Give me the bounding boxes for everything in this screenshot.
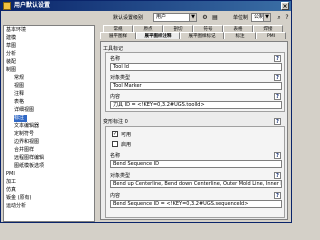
tab-flat-pattern-marker[interactable]: 展平图样标记 (180, 32, 224, 39)
unit-label: 单位制 (233, 15, 249, 21)
help-icon[interactable]: ? (283, 14, 291, 22)
bend-content-label: 内容 (110, 193, 121, 199)
tree-item[interactable]: 视图 (14, 83, 24, 90)
tree-item[interactable]: 合并图样 (14, 147, 34, 154)
tree-item[interactable]: 文本编辑器 (14, 123, 39, 130)
bend-object-type-label: 对象类型 (110, 173, 131, 179)
window-title: 用户默认设置 (14, 2, 51, 9)
tab-content: 工具标记 名称 ? Tool Id 对象类型 ? Tool Marker 内容 … (100, 41, 288, 220)
user-defaults-dialog: 用户默认设置 × 默认设置级别 用户 ▼ ⚙ ▤ 单位制 公制 ▼ ⌕ ? 基本… (0, 0, 292, 223)
scope-label: 默认设置级别 (113, 15, 144, 21)
tree-item[interactable]: 制图 (6, 67, 16, 74)
tab-row-1: 常规 原点 剖切 符号 表格 焊接 (97, 25, 291, 32)
tool-object-type-field[interactable]: Tool Marker (110, 82, 282, 90)
app-icon (3, 2, 11, 10)
enabled-checkbox-label: 可用 (121, 132, 132, 138)
tool-marker-group: 名称 ? Tool Id 对象类型 ? Tool Marker 内容 ? 刀具 … (105, 52, 285, 112)
help-icon[interactable]: ? (274, 192, 281, 199)
chevron-down-icon: ▼ (189, 14, 196, 21)
tab-section[interactable]: 剖切 (163, 25, 193, 32)
tree-item[interactable]: 分析 (6, 51, 16, 58)
tab-origin[interactable]: 原点 (133, 25, 163, 32)
tree-item[interactable]: 基本环境 (6, 27, 26, 34)
bend-name-label: 名称 (110, 153, 121, 159)
tree-item-selected[interactable]: 标注 (14, 115, 28, 122)
tree-item[interactable]: 运动分析 (6, 203, 26, 210)
tree-item[interactable]: 注释 (14, 91, 24, 98)
search-icon[interactable]: ⌕ (275, 14, 283, 22)
tool-content-label: 内容 (110, 94, 121, 100)
tree-item[interactable]: PMI (6, 171, 15, 178)
tab-flat-pattern[interactable]: 展平图样 (100, 32, 136, 39)
bend-annotation-group-label: 变形标注 0 (103, 119, 128, 125)
tool-name-field[interactable]: Tool Id (110, 63, 282, 71)
tree-item[interactable]: 详细视图 (14, 107, 34, 114)
tree-item[interactable]: 表格 (14, 99, 24, 106)
bend-content-field[interactable]: Bend Sequence ID = <!KEY=0,3.2#UGS.seque… (110, 200, 282, 208)
enabled-checkbox[interactable]: ✓ (112, 131, 118, 137)
tree-item[interactable]: 远程图样编辑 (14, 155, 44, 162)
tree-item[interactable]: 定制符号 (14, 131, 34, 138)
export-icon[interactable]: ▤ (211, 14, 219, 22)
tab-pmi[interactable]: PMI (256, 32, 286, 39)
tool-name-label: 名称 (110, 56, 121, 62)
tree-item[interactable]: 加工 (6, 179, 16, 186)
title-bar: 用户默认设置 × (1, 1, 291, 11)
activate-checkbox[interactable] (112, 141, 118, 147)
tool-content-field[interactable]: 刀具 ID = <!KEY=0,3.2#UGS.toolId> (110, 101, 282, 109)
tree-item[interactable]: 钣金 (原有) (6, 195, 32, 202)
help-icon[interactable]: ? (274, 172, 281, 179)
tree-item[interactable]: 图纸模板选项 (14, 163, 44, 170)
chevron-down-icon: ▼ (263, 14, 270, 21)
scope-dropdown[interactable]: 用户 ▼ (153, 13, 197, 22)
section-tool-marker: 工具标记 (103, 46, 124, 52)
tree-item[interactable]: 仿真 (6, 187, 16, 194)
tab-flat-pattern-annotation[interactable]: 展平图样注释 (136, 32, 180, 39)
tree-item[interactable]: 装配 (6, 59, 16, 66)
toolbar: 默认设置级别 用户 ▼ ⚙ ▤ 单位制 公制 ▼ ⌕ ? (1, 12, 291, 24)
tab-table[interactable]: 表格 (223, 25, 253, 32)
help-icon[interactable]: ? (274, 55, 281, 62)
tab-row-2: 展平图样 展平图样注释 展平图样标记 标注 PMI (97, 32, 291, 39)
tree-item[interactable]: 草图 (6, 43, 16, 50)
unit-dropdown[interactable]: 公制 ▼ (251, 13, 271, 22)
tab-general[interactable]: 常规 (103, 25, 133, 32)
help-icon[interactable]: ? (274, 152, 281, 159)
bend-annotation-group: ✓ 可用 启用 名称 ? Bend Sequence ID 对象类型 ? Ben… (105, 126, 285, 218)
settings-panel: 常规 原点 剖切 符号 表格 焊接 展平图样 展平图样注释 展平图样标记 标注 … (97, 25, 291, 222)
help-icon[interactable]: ? (274, 118, 281, 125)
scope-value: 用户 (156, 14, 167, 20)
settings-icon[interactable]: ⚙ (201, 14, 209, 22)
tool-object-type-label: 对象类型 (110, 75, 131, 81)
tree-item[interactable]: 边界和视图 (14, 139, 39, 146)
activate-checkbox-label: 启用 (121, 142, 132, 148)
close-icon[interactable]: × (281, 2, 289, 10)
tab-symbol[interactable]: 符号 (193, 25, 223, 32)
category-tree: 基本环境 建模 草图 分析 装配 制图 常规 视图 注释 表格 详细视图 标注 … (3, 25, 95, 222)
tab-weld[interactable]: 焊接 (253, 25, 283, 32)
tree-item[interactable]: 建模 (6, 35, 16, 42)
bend-object-type-field[interactable]: Bend up Centerline, Bend down Centerline… (110, 180, 282, 188)
help-icon[interactable]: ? (274, 93, 281, 100)
help-icon[interactable]: ? (274, 74, 281, 81)
tree-item[interactable]: 常规 (14, 75, 24, 82)
tab-dimension[interactable]: 标注 (224, 32, 256, 39)
bend-name-field[interactable]: Bend Sequence ID (110, 160, 282, 168)
